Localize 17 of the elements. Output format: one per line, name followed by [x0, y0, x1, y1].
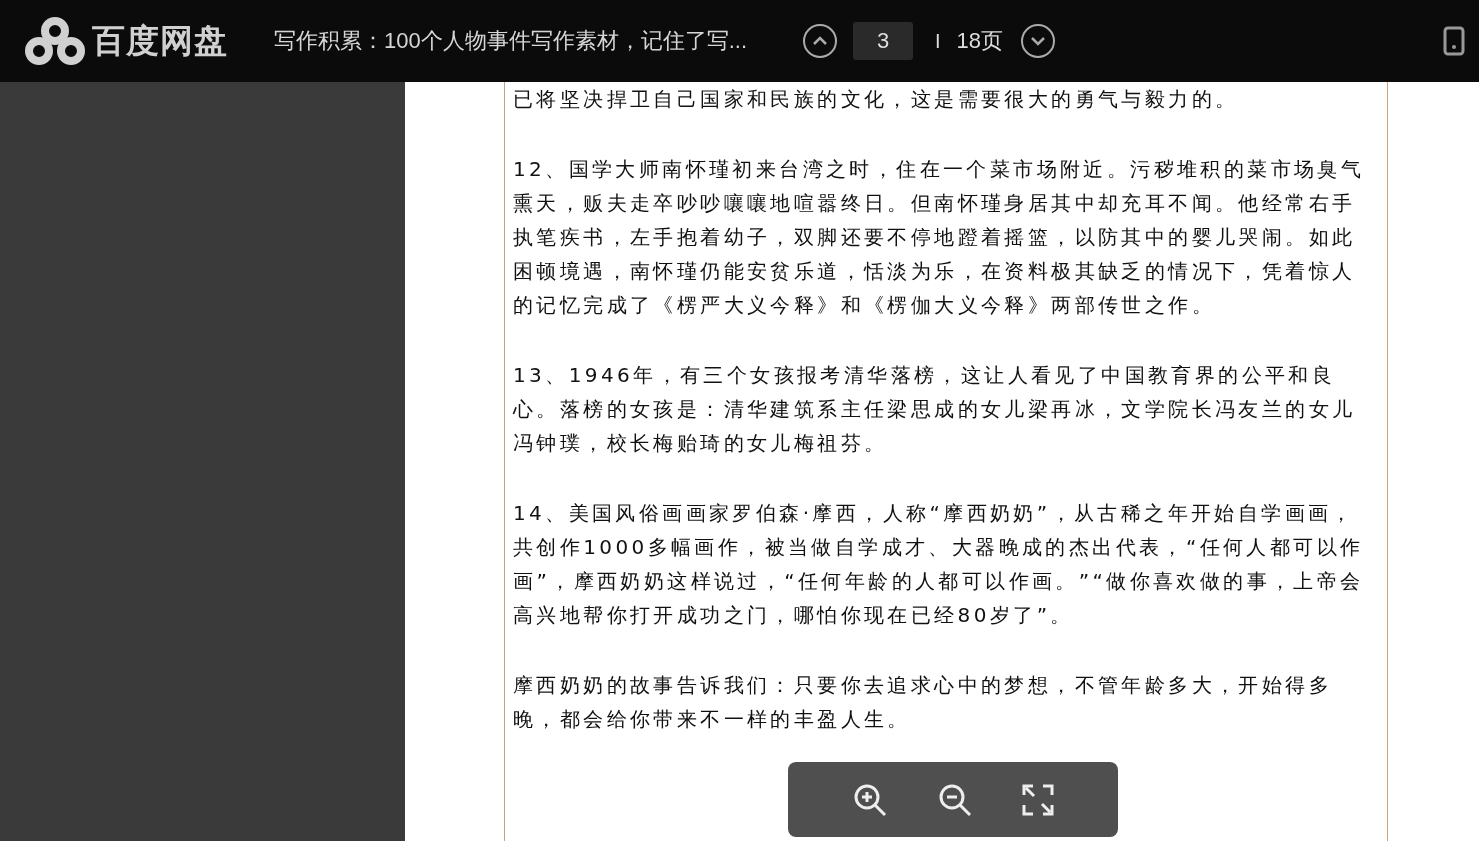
- document-paragraph: 已将坚决捍卫自己国家和民族的文化，这是需要很大的勇气与毅力的。: [513, 86, 1240, 113]
- fullscreen-button[interactable]: [1021, 783, 1054, 816]
- document-paragraph: 摩西奶奶的故事告诉我们：只要你去追求心中的梦想，不管年龄多大，开始得多晚，都会给你带来不一样的丰盈人生。: [513, 672, 1333, 733]
- next-page-button[interactable]: [1021, 24, 1056, 58]
- document-paragraph: 12、国学大师南怀瑾初来台湾之时，住在一个菜市场附近。污秽堆积的菜市场臭气熏天，贩夫走卒吵吵嚷嚷地喧嚣终日。但南怀瑾身居其中却充耳不闻。他经常右手执笔疾书，左手抱着幼子，双脚还要不停地蹬着摇篮，以防其中的婴儿哭闹。如此困顿境遇，南怀瑾仍能安贫乐道，恬淡为乐，在资料极其缺乏的情况下，凭着惊人的记忆完成了《楞严大义今释》和《楞伽大义今释》两部传世之作。: [513, 156, 1366, 319]
- chevron-up-icon: [812, 36, 829, 46]
- document-paragraph: 14、美国风俗画画家罗伯森·摩西，人称“摩西奶奶”，从古稀之年开始自学画画，共创作1000多幅画作，被当做自学成才、大器晚成的杰出代表，“任何人都可以作画”，摩西奶奶这样说过，“任何年龄的人都可以作画。”“做你喜欢做的事，上帝会高兴地帮你打开成功之门，哪怕你现在已经80岁了”。: [513, 500, 1365, 629]
- page-count: 18页: [956, 27, 1004, 55]
- document-paragraph: 13、1946年，有三个女孩报考清华落榜，这让人看见了中国教育界的公平和良心。落榜的女孩是：清华建筑系主任梁思成的女儿梁再冰，文学院长冯友兰的女儿冯钟璞，校长梅贻琦的女儿梅祖芬。: [513, 362, 1357, 457]
- page-number-field[interactable]: 3: [853, 22, 914, 60]
- logo-text: 百度网盘: [92, 20, 228, 61]
- document-title: 写作积累：100个人物事件写作素材，记住了写...: [274, 27, 748, 55]
- previous-page-button[interactable]: [803, 24, 838, 58]
- phone-icon[interactable]: [1443, 26, 1465, 56]
- chevron-down-icon: [1030, 36, 1047, 46]
- page-separator: I: [935, 29, 941, 53]
- cloud-logo-icon: [24, 16, 86, 66]
